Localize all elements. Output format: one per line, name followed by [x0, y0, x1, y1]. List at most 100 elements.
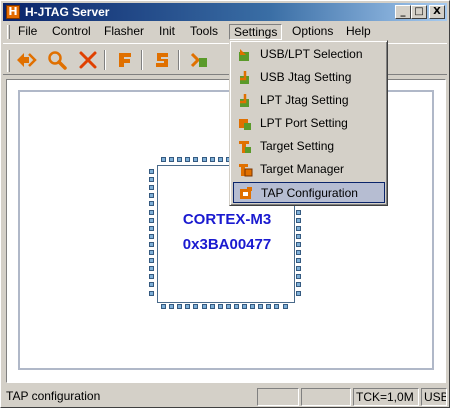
chip-pin	[234, 304, 239, 309]
chip-id: 0x3BA00477	[182, 236, 272, 253]
target-manager-icon	[239, 164, 253, 177]
lpt-port-icon	[239, 119, 251, 130]
menu-item-label: TAP Configuration	[261, 186, 358, 200]
chip-pin	[161, 157, 166, 162]
chip-pin	[296, 210, 301, 215]
toolbar-separator	[141, 50, 143, 70]
menu-control[interactable]: Control	[48, 24, 95, 40]
chip-pin	[296, 226, 301, 231]
menu-bar-grip[interactable]	[7, 25, 10, 39]
menu-item-lpt-jtag-setting[interactable]: LPT Jtag Setting	[233, 90, 385, 111]
title-bar[interactable]: H H-JTAG Server _ □ X	[3, 3, 447, 21]
chip-pin	[149, 274, 154, 279]
search-icon	[48, 51, 67, 70]
tools-icon	[190, 52, 207, 68]
chip-pin	[149, 193, 154, 198]
chip-pin	[193, 304, 198, 309]
chip-pin	[185, 157, 190, 162]
chip-pin	[149, 177, 154, 182]
detect-target-icon	[17, 53, 37, 67]
status-clock: TCK=1,0M	[353, 388, 419, 406]
chip-pin	[177, 304, 182, 309]
chip-pin	[149, 218, 154, 223]
stop-button[interactable]	[76, 49, 100, 71]
detect-target-button[interactable]	[14, 49, 38, 71]
chip-pin	[296, 234, 301, 239]
chip-pin	[226, 304, 231, 309]
toolbar-grip[interactable]	[7, 50, 10, 72]
lpt-jtag-icon	[240, 94, 249, 107]
chip-pin	[149, 282, 154, 287]
menu-settings[interactable]: Settings	[229, 24, 283, 40]
chip-pin	[149, 169, 154, 174]
maximize-button[interactable]: □	[411, 5, 427, 19]
script-button[interactable]	[150, 49, 174, 71]
chip-pin	[250, 304, 255, 309]
toolbar-separator	[178, 50, 180, 70]
menu-item-tap-configuration[interactable]: TAP Configuration	[233, 182, 385, 203]
menu-item-target-setting[interactable]: Target Setting	[233, 136, 385, 157]
settings-menu: USB/LPT Selection USB Jtag Setting LPT J…	[229, 40, 388, 206]
flasher-icon	[119, 53, 131, 67]
usb-lpt-selection-icon	[239, 49, 249, 61]
chip-pin	[274, 304, 279, 309]
status-interface: USB	[421, 388, 447, 406]
tools-button[interactable]	[187, 49, 211, 71]
target-setting-icon	[239, 141, 251, 153]
usb-jtag-icon	[240, 71, 249, 84]
chip-pin	[296, 266, 301, 271]
menu-item-label: LPT Jtag Setting	[260, 93, 349, 107]
chip-pin	[296, 282, 301, 287]
flasher-button[interactable]	[113, 49, 137, 71]
menu-file[interactable]: File	[14, 24, 41, 40]
stop-icon	[79, 51, 97, 69]
chip-pin	[169, 304, 174, 309]
chip-pin	[177, 157, 182, 162]
menu-init[interactable]: Init	[155, 24, 179, 40]
menu-item-label: USB/LPT Selection	[260, 47, 363, 61]
menu-bar: File Control Flasher Init Tools Settings…	[3, 22, 447, 41]
menu-item-label: LPT Port Setting	[260, 116, 348, 130]
menu-item-usb-jtag-setting[interactable]: USB Jtag Setting	[233, 67, 385, 88]
menu-options[interactable]: Options	[288, 24, 337, 40]
status-pane-3	[301, 388, 351, 406]
chip-pin	[149, 266, 154, 271]
menu-item-lpt-port-setting[interactable]: LPT Port Setting	[233, 113, 385, 134]
menu-item-usb-lpt-selection[interactable]: USB/LPT Selection	[233, 44, 385, 65]
status-message: TAP configuration	[6, 389, 101, 403]
chip-pin	[258, 304, 263, 309]
menu-help[interactable]: Help	[342, 24, 375, 40]
chip-pin	[169, 157, 174, 162]
toolbar-separator	[104, 50, 106, 70]
menu-flasher[interactable]: Flasher	[100, 24, 148, 40]
chip-name: CORTEX-M3	[182, 211, 272, 228]
chip-pin	[296, 218, 301, 223]
script-icon	[156, 53, 168, 67]
chip-pin	[149, 234, 154, 239]
close-button[interactable]: X	[429, 5, 445, 19]
search-button[interactable]	[45, 49, 69, 71]
chip-pin	[296, 242, 301, 247]
status-pane-2	[257, 388, 299, 406]
chip-pin	[149, 291, 154, 296]
chip-pin	[202, 304, 207, 309]
menu-item-target-manager[interactable]: Target Manager	[233, 159, 385, 180]
menu-tools[interactable]: Tools	[186, 24, 222, 40]
menu-item-label: Target Setting	[260, 139, 335, 153]
app-icon: H	[6, 5, 20, 19]
minimize-button[interactable]: _	[395, 5, 411, 19]
chip-pin	[193, 157, 198, 162]
tap-configuration-icon	[240, 187, 252, 199]
chip-pin	[149, 242, 154, 247]
chip-pin	[202, 157, 207, 162]
chip-pin	[149, 226, 154, 231]
chip-pin	[296, 291, 301, 296]
h-jtag-server-window: H H-JTAG Server _ □ X File Control Flash…	[0, 0, 450, 408]
window-title: H-JTAG Server	[25, 5, 110, 19]
chip-pin	[296, 258, 301, 263]
chip-pin	[266, 304, 271, 309]
chip-pin	[210, 304, 215, 309]
chip-pin	[218, 157, 223, 162]
chip-pin	[218, 304, 223, 309]
chip-pin	[210, 157, 215, 162]
